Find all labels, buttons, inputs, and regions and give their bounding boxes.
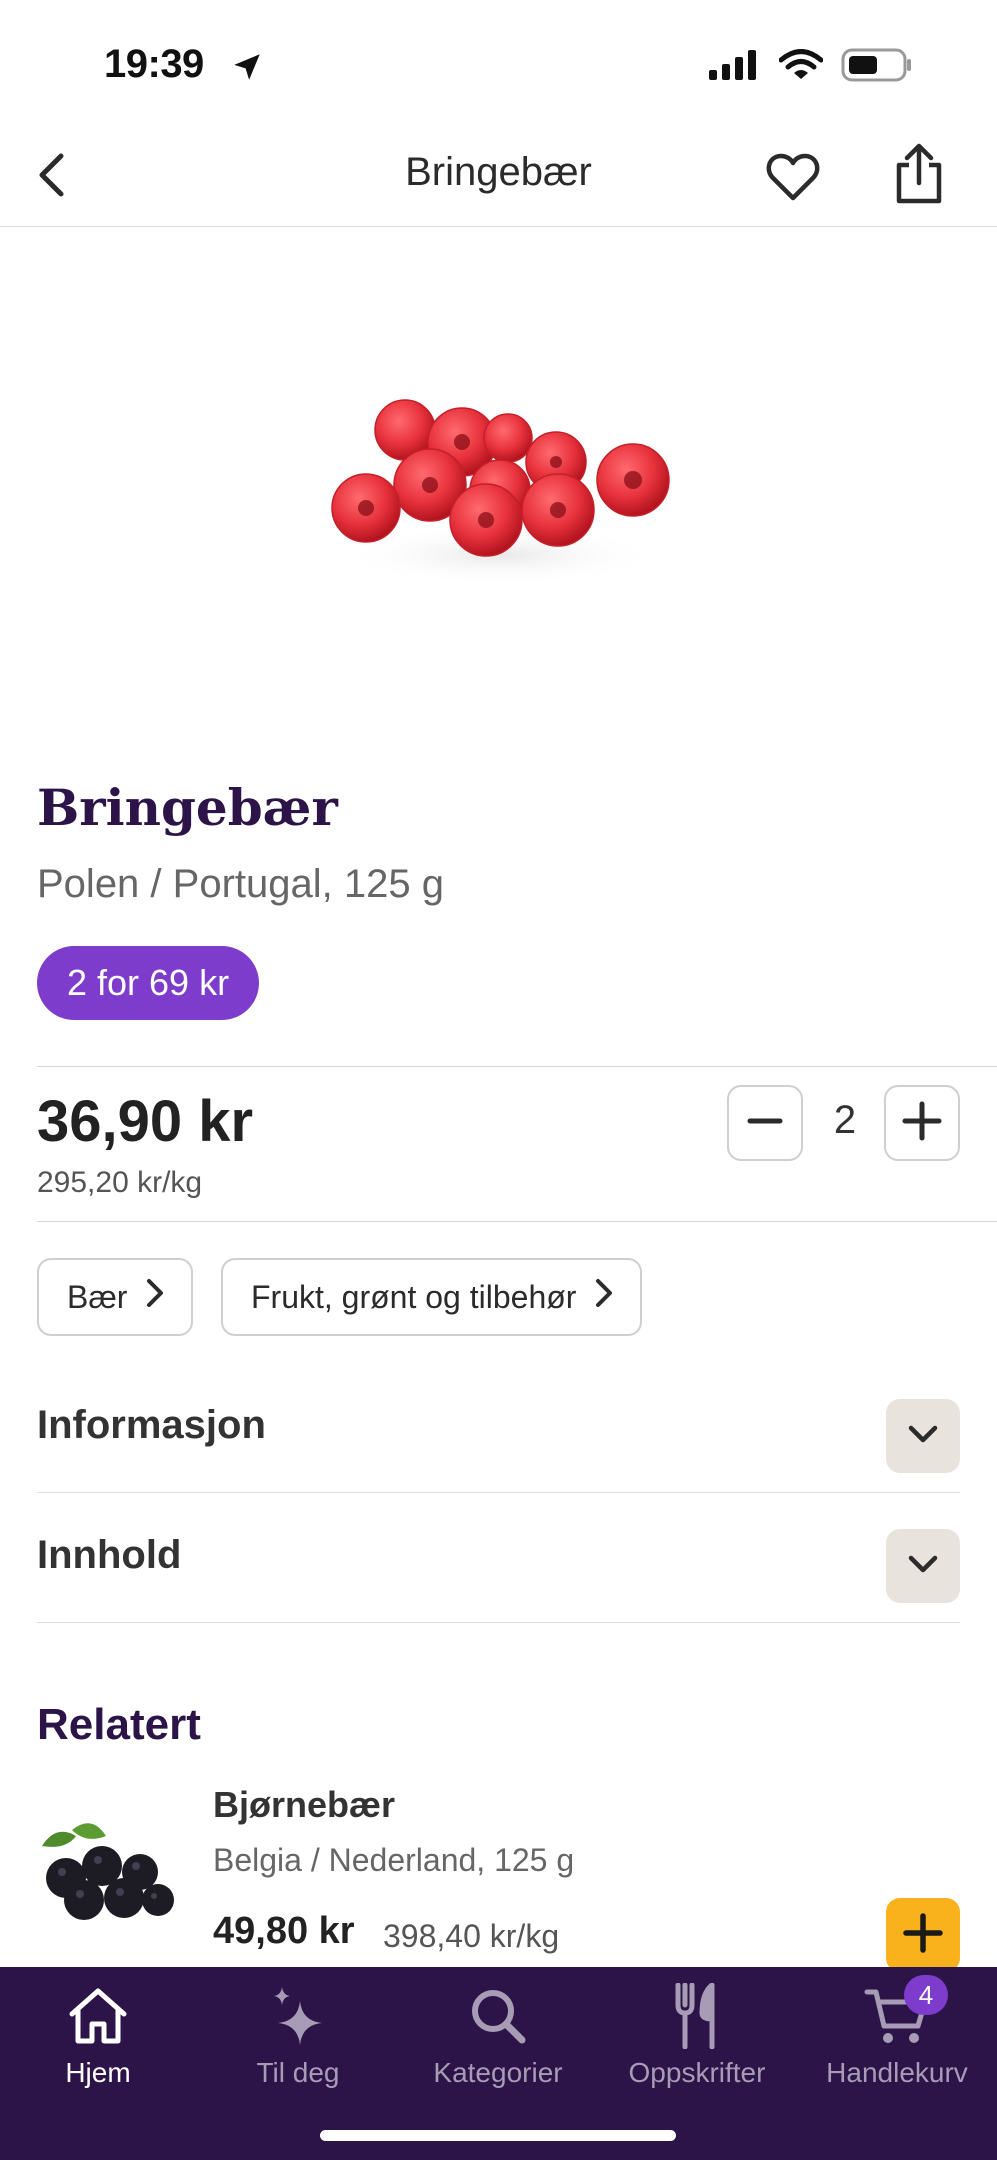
related-product-origin: Belgia / Nederland, 125 g	[213, 1842, 575, 1878]
accordion-innhold[interactable]: Innhold	[37, 1493, 960, 1623]
category-chip-label: Bær	[67, 1278, 128, 1315]
share-icon	[893, 143, 945, 210]
heart-icon	[766, 152, 820, 207]
promo-badge[interactable]: 2 for 69 kr	[37, 946, 260, 1020]
tab-til-deg[interactable]: Til deg	[198, 1967, 398, 2097]
add-to-cart-button[interactable]	[886, 1898, 960, 1972]
share-button[interactable]	[890, 143, 948, 210]
status-bar: 19:39	[0, 0, 997, 130]
tab-label: Handlekurv	[826, 2057, 968, 2088]
tab-label: Hjem	[65, 2057, 131, 2088]
product-name: Bringebær	[37, 778, 338, 837]
cart-icon: 4	[864, 1975, 948, 2051]
quantity-value: 2	[833, 1098, 857, 1142]
tab-label: Kategorier	[433, 2057, 563, 2088]
tab-label: Oppskrifter	[628, 2057, 766, 2088]
related-product-price: 49,80 kr	[213, 1910, 355, 1952]
product-unit-price: 295,20 kr/kg	[37, 1166, 203, 1199]
product-price: 36,90 kr	[37, 1089, 254, 1154]
product-image	[320, 380, 680, 600]
divider	[37, 1221, 997, 1222]
favorite-button[interactable]	[764, 150, 822, 208]
category-chip-label: Frukt, grønt og tilbehør	[251, 1278, 577, 1315]
category-chip-frukt[interactable]: Frukt, grønt og tilbehør	[221, 1258, 643, 1336]
cutlery-icon	[672, 1981, 722, 2051]
expand-button[interactable]	[886, 1529, 960, 1603]
page-title: Bringebær	[405, 150, 592, 194]
related-section-title: Relatert	[37, 1700, 201, 1749]
home-indicator	[320, 2130, 676, 2141]
tab-kategorier[interactable]: Kategorier	[398, 1967, 598, 2097]
related-product-name: Bjørnebær	[213, 1784, 396, 1825]
minus-icon	[746, 1102, 784, 1145]
expand-button[interactable]	[886, 1399, 960, 1473]
related-product-item[interactable]: Bjørnebær Belgia / Nederland, 125 g 49,8…	[0, 1770, 997, 1972]
home-icon	[66, 1981, 130, 2051]
location-arrow-icon	[230, 50, 264, 89]
status-indicators	[709, 48, 913, 87]
related-product-unit-price: 398,40 kr/kg	[383, 1918, 560, 1954]
category-chip-baer[interactable]: Bær	[37, 1258, 194, 1336]
product-origin: Polen / Portugal, 125 g	[37, 862, 444, 906]
battery-icon	[841, 48, 913, 87]
tab-hjem[interactable]: Hjem	[0, 1967, 198, 2097]
chevron-right-icon	[145, 1278, 165, 1316]
plus-icon	[902, 1101, 942, 1146]
sparkle-icon	[268, 1981, 328, 2051]
plus-icon	[903, 1912, 943, 1958]
tab-label: Til deg	[256, 2057, 340, 2088]
tab-oppskrifter[interactable]: Oppskrifter	[597, 1967, 797, 2097]
divider	[37, 1066, 997, 1067]
accordion-label: Innhold	[37, 1533, 182, 1577]
chevron-down-icon	[907, 1424, 939, 1449]
chevron-down-icon	[907, 1554, 939, 1579]
wifi-icon	[778, 49, 824, 86]
navigation-bar: Bringebær	[0, 130, 997, 227]
tab-handlekurv[interactable]: 4 Handlekurv	[797, 1967, 997, 2097]
cart-count-badge: 4	[904, 1975, 948, 2015]
increase-quantity-button[interactable]	[884, 1085, 960, 1161]
signal-icon	[709, 50, 761, 85]
accordion-informasjon[interactable]: Informasjon	[37, 1363, 960, 1493]
search-icon	[468, 1981, 528, 2051]
status-time: 19:39	[104, 42, 204, 86]
decrease-quantity-button[interactable]	[727, 1085, 803, 1161]
accordion-label: Informasjon	[37, 1403, 266, 1447]
chevron-right-icon	[594, 1278, 614, 1316]
related-product-image	[36, 1816, 178, 1924]
